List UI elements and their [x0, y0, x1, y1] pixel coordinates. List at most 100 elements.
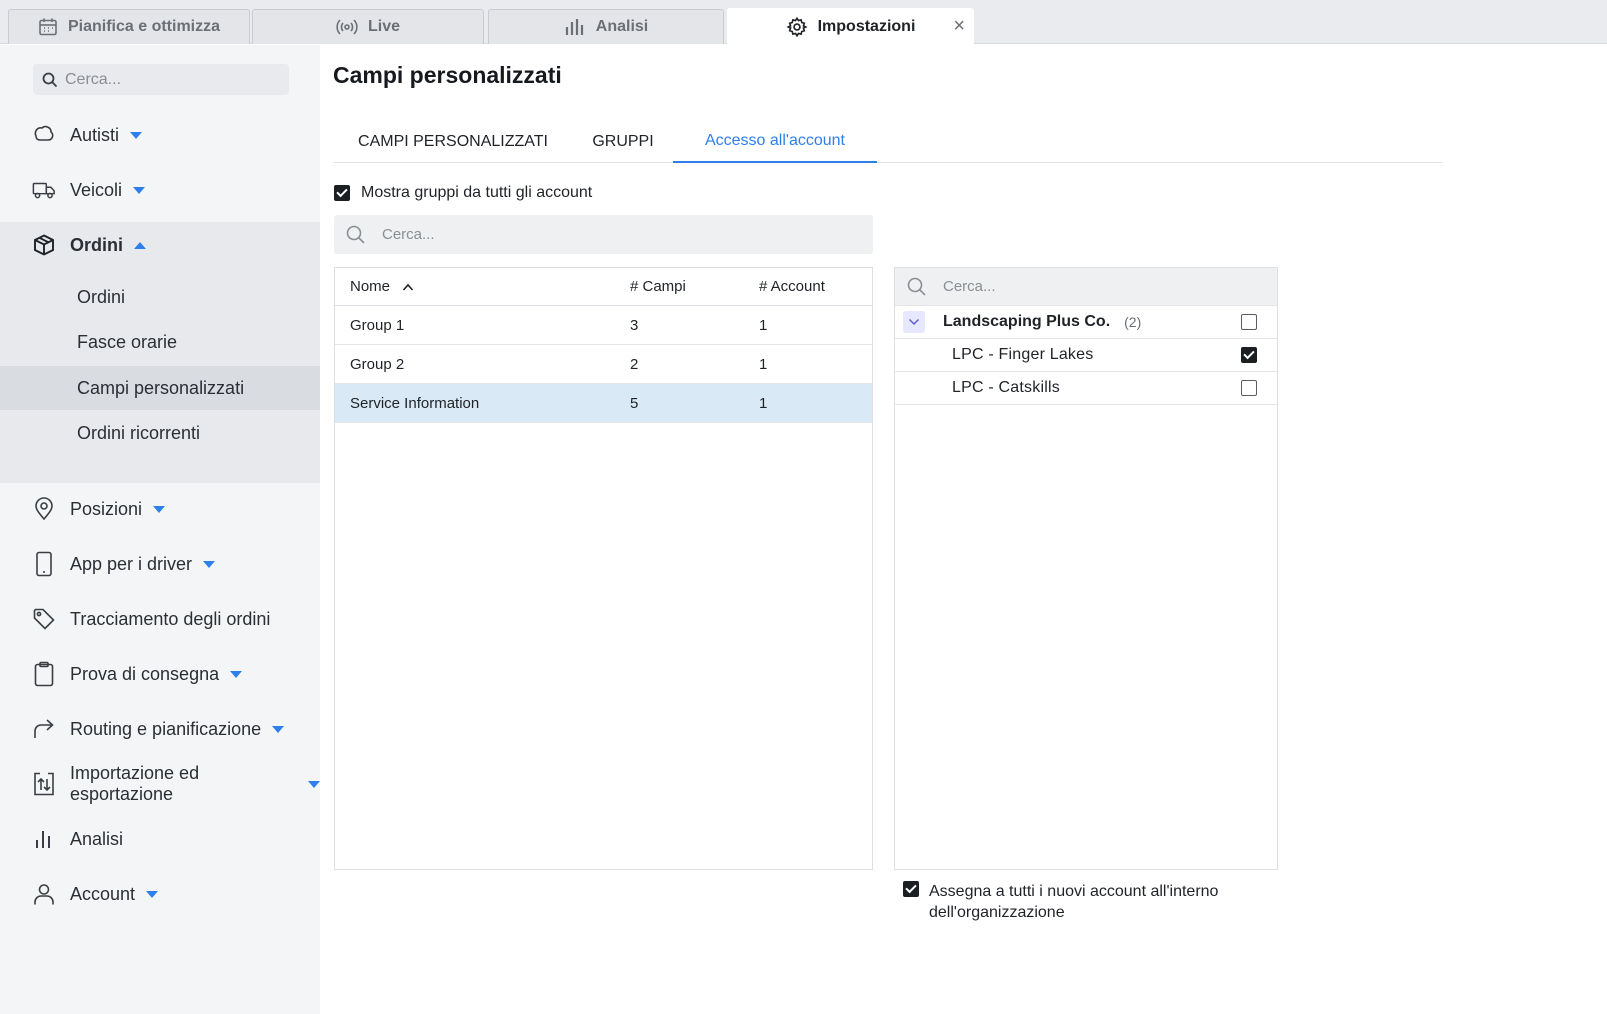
table-row-selected[interactable]: Service Information 5 1: [335, 384, 872, 423]
chevron-down-icon: [130, 132, 143, 139]
search-icon: [907, 277, 926, 296]
sidebar-item-account[interactable]: Account: [0, 866, 320, 922]
calendar-icon: [39, 18, 57, 36]
broadcast-icon: [336, 19, 358, 35]
assign-new-accounts-checkbox[interactable]: [903, 881, 919, 897]
account-row: LPC - Finger Lakes: [895, 339, 1277, 372]
sidebar-subitem-label: Ordini ricorrenti: [77, 422, 201, 443]
table-row[interactable]: Group 1 3 1: [335, 306, 872, 345]
account-checkbox[interactable]: [1241, 347, 1257, 363]
bar-chart-icon: [32, 827, 56, 851]
accounts-search-input[interactable]: [943, 278, 1243, 295]
sidebar-subitem-ordini-ricorrenti[interactable]: Ordini ricorrenti: [0, 411, 320, 455]
sidebar-item-label: Veicoli: [70, 179, 123, 200]
sidebar-item-label: Account: [70, 883, 136, 904]
chevron-down-icon: [133, 187, 146, 194]
cell-nome: Group 2: [350, 355, 405, 373]
account-checkbox[interactable]: [1241, 380, 1257, 396]
sidebar-subitem-label: Campi personalizzati: [77, 377, 245, 398]
chevron-down-icon: [146, 891, 159, 898]
sidebar-item-prova-consegna[interactable]: Prova di consegna: [0, 646, 320, 702]
subtab-bar: CAMPI PERSONALIZZATI GRUPPI Accesso all'…: [333, 120, 1443, 163]
account-group-name: Landscaping Plus Co.: [943, 313, 1111, 330]
chevron-down-icon: [230, 671, 243, 678]
cell-campi: 3: [630, 316, 639, 334]
sidebar-item-import-export[interactable]: Importazione ed esportazione: [0, 756, 320, 812]
sidebar-item-label: Ordini: [70, 234, 123, 255]
sidebar-item-posizioni[interactable]: Posizioni: [0, 481, 320, 537]
phone-icon: [32, 551, 56, 577]
main-content: Campi personalizzati CAMPI PERSONALIZZAT…: [320, 45, 1607, 1014]
account-label: LPC - Finger Lakes: [952, 346, 1094, 363]
search-icon: [42, 72, 58, 87]
sidebar-item-app-driver[interactable]: App per i driver: [0, 536, 320, 592]
tab-campi-personalizzati[interactable]: CAMPI PERSONALIZZATI: [333, 120, 573, 163]
cell-nome: Group 1: [350, 316, 405, 334]
sidebar-subitem-label: Fasce orarie: [77, 331, 178, 352]
tab-live[interactable]: Live: [252, 9, 484, 44]
chevron-down-icon: [272, 726, 285, 733]
groups-search-input[interactable]: [382, 226, 682, 243]
column-header-campi[interactable]: # Campi: [630, 268, 686, 305]
groups-search: [334, 215, 873, 254]
sidebar: Autisti Veicoli Ordini Ordini Fasce orar…: [0, 45, 320, 1014]
sidebar-subitem-ordini[interactable]: Ordini: [0, 275, 320, 319]
location-pin-icon: [32, 497, 56, 521]
cell-nome: Service Information: [350, 394, 480, 412]
assign-new-accounts-label: Assegna a tutti i nuovi account all'inte…: [929, 883, 1219, 921]
sidebar-subitem-campi-personalizzati[interactable]: Campi personalizzati: [0, 366, 320, 410]
truck-icon: [32, 178, 56, 202]
sidebar-item-label: Tracciamento degli ordini: [70, 608, 271, 629]
sidebar-item-label: Posizioni: [70, 498, 143, 519]
chevron-down-icon: [153, 506, 166, 513]
gear-icon: [785, 16, 808, 37]
cell-campi: 2: [630, 355, 639, 373]
table-header: Nome # Campi # Account: [335, 268, 872, 306]
sidebar-item-analisi[interactable]: Analisi: [0, 811, 320, 867]
show-all-groups-checkbox[interactable]: [334, 185, 350, 201]
sidebar-search-input[interactable]: [65, 70, 265, 89]
tab-analisi[interactable]: Analisi: [488, 9, 724, 44]
sidebar-item-ordini[interactable]: Ordini: [0, 217, 320, 273]
cell-account: 1: [759, 355, 768, 373]
table-row[interactable]: Group 2 2 1: [335, 345, 872, 384]
chevron-down-icon: [908, 318, 920, 326]
collapse-toggle[interactable]: [903, 311, 925, 333]
sidebar-item-label: App per i driver: [70, 553, 193, 574]
cell-campi: 5: [630, 394, 639, 412]
sidebar-subitem-fasce-orarie[interactable]: Fasce orarie: [0, 320, 320, 364]
tab-gruppi[interactable]: GRUPPI: [573, 120, 673, 163]
tab-label: Impostazioni: [817, 17, 916, 35]
sidebar-item-label: Autisti: [70, 124, 120, 145]
top-tab-bar: Pianifica e ottimizza Live Analisi Impos…: [0, 0, 1607, 44]
search-icon: [346, 225, 365, 244]
account-label: LPC - Catskills: [952, 379, 1060, 396]
cell-account: 1: [759, 394, 768, 412]
clipboard-icon: [32, 661, 56, 687]
accounts-panel: Landscaping Plus Co. (2) LPC - Finger La…: [894, 267, 1278, 870]
assign-new-accounts-option: Assegna a tutti i nuovi account all'inte…: [903, 881, 1263, 923]
column-header-nome[interactable]: Nome: [350, 268, 414, 305]
cell-account: 1: [759, 316, 768, 334]
account-group-checkbox[interactable]: [1241, 314, 1257, 330]
sort-ascending-icon: [402, 283, 414, 291]
account-group-count: (2): [1124, 314, 1142, 330]
sidebar-item-label: Analisi: [70, 828, 124, 849]
show-all-groups-option: Mostra gruppi da tutti gli account: [334, 184, 592, 202]
page-title: Campi personalizzati: [333, 62, 562, 88]
tab-accesso-account[interactable]: Accesso all'account: [673, 120, 877, 163]
sidebar-item-label: Importazione ed esportazione: [70, 763, 200, 804]
sidebar-subitem-label: Ordini: [77, 286, 126, 307]
sidebar-item-tracciamento[interactable]: Tracciamento degli ordini: [0, 591, 320, 647]
tab-impostazioni[interactable]: Impostazioni ×: [727, 8, 974, 44]
sidebar-item-veicoli[interactable]: Veicoli: [0, 162, 320, 218]
column-header-account[interactable]: # Account: [759, 268, 825, 305]
tab-pianifica[interactable]: Pianifica e ottimizza: [8, 9, 250, 44]
chevron-down-icon: [308, 781, 320, 788]
close-icon[interactable]: ×: [953, 16, 965, 36]
column-header-label: Nome: [350, 278, 391, 295]
account-group-row: Landscaping Plus Co. (2): [895, 306, 1277, 339]
sidebar-item-autisti[interactable]: Autisti: [0, 107, 320, 163]
import-export-icon: [32, 772, 56, 796]
sidebar-item-routing[interactable]: Routing e pianificazione: [0, 701, 320, 757]
